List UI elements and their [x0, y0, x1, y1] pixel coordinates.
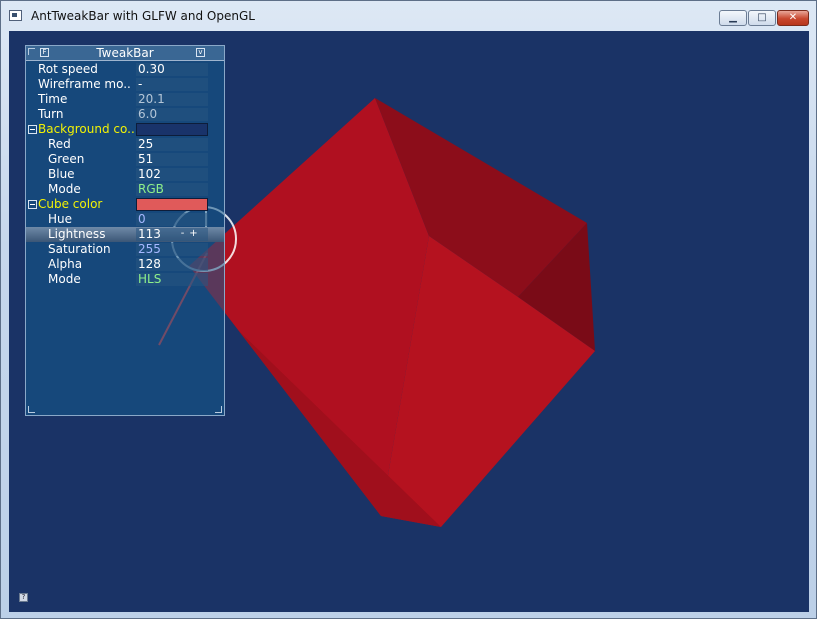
row-label: Blue [48, 167, 75, 181]
decrement-button[interactable]: - [178, 228, 187, 239]
tweakbar-panel[interactable]: F TweakBar v Rot speed 0.30 Wireframe mo..… [25, 45, 225, 416]
tweakbar-row[interactable]: Hue 0 [26, 212, 224, 227]
row-label: Alpha [48, 257, 83, 271]
increment-button[interactable]: + [189, 228, 198, 239]
resize-corner-bottom-right[interactable] [215, 406, 222, 413]
row-label: Hue [48, 212, 73, 226]
tweakbar-header[interactable]: F TweakBar v [26, 46, 224, 61]
row-value[interactable]: 102 [136, 168, 208, 181]
row-value[interactable]: 20.1 [136, 93, 208, 106]
opengl-viewport[interactable]: F TweakBar v Rot speed 0.30 Wireframe mo..… [9, 31, 809, 612]
row-value[interactable]: 0 [136, 213, 208, 226]
row-value[interactable]: 255 [136, 243, 208, 256]
row-label: Wireframe mo.. [38, 77, 131, 91]
help-icon[interactable]: ? [19, 593, 28, 602]
tweakbar-row[interactable]: Blue 102 [26, 167, 224, 182]
app-window: AntTweakBar with GLFW and OpenGL ▁ □ ✕ F… [0, 0, 817, 619]
row-label: Mode [48, 182, 81, 196]
collapse-icon[interactable] [28, 125, 37, 134]
close-button[interactable]: ✕ [777, 10, 809, 26]
row-value[interactable]: - [136, 78, 208, 91]
row-label: Background co.. [38, 122, 135, 136]
tweakbar-row[interactable]: Rot speed 0.30 [26, 62, 224, 77]
row-value[interactable]: HLS [136, 273, 208, 286]
tweakbar-row[interactable]: Mode RGB [26, 182, 224, 197]
row-label: Time [38, 92, 68, 106]
row-value[interactable]: 128 [136, 258, 208, 271]
tweakbar-row[interactable]: Saturation 255 [26, 242, 224, 257]
tweakbar-group[interactable]: Background co.. [26, 122, 224, 137]
tweakbar-row[interactable]: Alpha 128 [26, 257, 224, 272]
row-value[interactable]: 6.0 [136, 108, 208, 121]
row-label: Mode [48, 272, 81, 286]
tweakbar-row[interactable]: Turn 6.0 [26, 107, 224, 122]
minimize-button[interactable]: ▁ [719, 10, 747, 26]
tweakbar-row[interactable]: Time 20.1 [26, 92, 224, 107]
color-swatch[interactable] [136, 123, 208, 136]
row-value[interactable]: 0.30 [136, 63, 208, 76]
resize-corner-top-left[interactable] [28, 48, 35, 55]
row-value[interactable]: 51 [136, 153, 208, 166]
tweakbar-row[interactable]: Green 51 [26, 152, 224, 167]
collapse-icon[interactable] [28, 200, 37, 209]
maximize-button[interactable]: □ [748, 10, 776, 26]
tweakbar-row[interactable]: Lightness 113- + [26, 227, 224, 242]
row-label: Green [48, 152, 85, 166]
title-bar[interactable]: AntTweakBar with GLFW and OpenGL ▁ □ ✕ [1, 1, 816, 31]
close-icon: ✕ [788, 12, 798, 23]
maximize-icon: □ [757, 12, 767, 23]
tweakbar-group[interactable]: Cube color [26, 197, 224, 212]
app-window-icon[interactable] [9, 10, 22, 21]
tweakbar-row[interactable]: Wireframe mo.. - [26, 77, 224, 92]
color-swatch[interactable] [136, 198, 208, 211]
row-value[interactable]: 25 [136, 138, 208, 151]
row-label: Rot speed [38, 62, 98, 76]
tweakbar-row[interactable]: Red 25 [26, 137, 224, 152]
tweakbar-title: TweakBar [96, 46, 154, 60]
resize-corner-bottom-left[interactable] [28, 406, 35, 413]
row-label: Red [48, 137, 71, 151]
row-label: Lightness [48, 227, 106, 241]
row-label: Saturation [48, 242, 111, 256]
minimize-icon: ▁ [729, 12, 737, 23]
tweakbar-row[interactable]: Mode HLS [26, 272, 224, 287]
row-value[interactable]: RGB [136, 183, 208, 196]
window-title: AntTweakBar with GLFW and OpenGL [31, 9, 255, 23]
row-label: Cube color [38, 197, 103, 211]
minimize-bar-icon[interactable]: v [196, 48, 205, 57]
row-label: Turn [38, 107, 64, 121]
